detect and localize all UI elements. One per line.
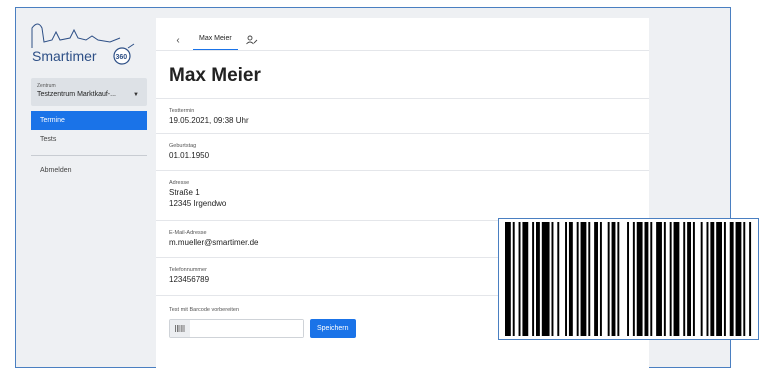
barcode-bar [607,222,610,336]
barcode-bar [551,222,554,336]
barcode-bar [594,222,599,336]
barcode-bar [512,222,515,336]
barcode-bar [710,222,715,336]
center-select[interactable]: Zentrum Testzentrum Marktkauf-... ▼ [31,78,147,106]
barcode-bar [729,222,734,336]
field-adresse: Adresse Straße 1 12345 Irgendwo [156,170,649,220]
svg-text:Smartimer: Smartimer [32,48,97,64]
barcode-bar [683,222,686,336]
barcode-bar [557,222,560,336]
barcode-bar [716,222,722,336]
barcode-bar [541,222,550,336]
barcode-icon [170,320,190,337]
barcode-bar [743,222,746,336]
page-title: Max Meier [169,65,261,86]
barcode-bar [568,222,573,336]
svg-text:360: 360 [116,54,128,61]
barcode-bar [576,222,579,336]
barcode-bar [749,222,752,336]
tab-divider [156,50,649,51]
sidebar-divider [31,155,147,156]
barcode-bar [532,222,535,336]
field-value: 01.01.1950 [169,151,210,160]
barcode-bar [617,222,620,336]
barcode-bar [673,222,680,336]
barcode-bar [580,222,587,336]
caret-down-icon: ▼ [133,92,139,98]
barcode-bar [700,222,703,336]
back-icon[interactable]: ‹ [169,35,187,46]
barcode-bar [611,222,616,336]
barcode-bar [723,222,726,336]
barcode-bar [687,222,692,336]
barcode-bar [565,222,567,336]
field-value: 19.05.2021, 09:38 Uhr [169,116,249,125]
field-testtermin: Testtermin 19.05.2021, 09:38 Uhr [156,98,649,133]
barcode-bar [518,222,521,336]
barcode-bar [636,222,643,336]
barcode-bar [505,222,511,336]
barcode-bar [627,222,629,336]
barcode-input-group [169,319,304,338]
barcode-bar [632,222,635,336]
sidebar-nav: Termine Tests Abmelden [31,111,147,180]
sidebar-item-termine[interactable]: Termine [31,111,147,130]
field-value: 12345 Irgendwo [169,199,227,208]
barcode-bar [735,222,742,336]
sidebar-item-abmelden[interactable]: Abmelden [31,161,147,180]
field-value: Straße 1 [169,188,200,197]
barcode-image [498,218,759,340]
field-label: Adresse [169,180,190,186]
barcode-bar [599,222,602,336]
sidebar-item-tests[interactable]: Tests [31,130,147,149]
barcode-bar [692,222,695,336]
tab-person[interactable]: Max Meier [193,30,238,50]
barcode-bar [522,222,529,336]
save-button[interactable]: Speichern [310,319,356,338]
barcode-bar [669,222,672,336]
barcode-form: Speichern [169,319,356,338]
barcode-bar [650,222,653,336]
barcode-input[interactable] [190,320,303,337]
barcode-bar [536,222,540,336]
barcode-bar [588,222,591,336]
center-value: Testzentrum Marktkauf-... [37,91,116,98]
barcode-bar [706,222,709,336]
barcode-bar [663,222,666,336]
user-edit-icon[interactable] [245,34,260,46]
smartimer-logo: Smartimer 360 [30,18,140,72]
field-label: Geburtstag [169,143,197,149]
field-label: Testtermin [169,108,195,114]
barcode-label: Test mit Barcode vorbereiten [169,307,240,313]
field-geburtstag: Geburtstag 01.01.1950 [156,133,649,170]
sidebar: Smartimer 360 Zentrum Testzentrum Marktk… [16,8,148,367]
detail-tabbar: ‹ Max Meier [169,30,260,50]
barcode-bar [656,222,662,336]
barcode-bar [644,222,649,336]
